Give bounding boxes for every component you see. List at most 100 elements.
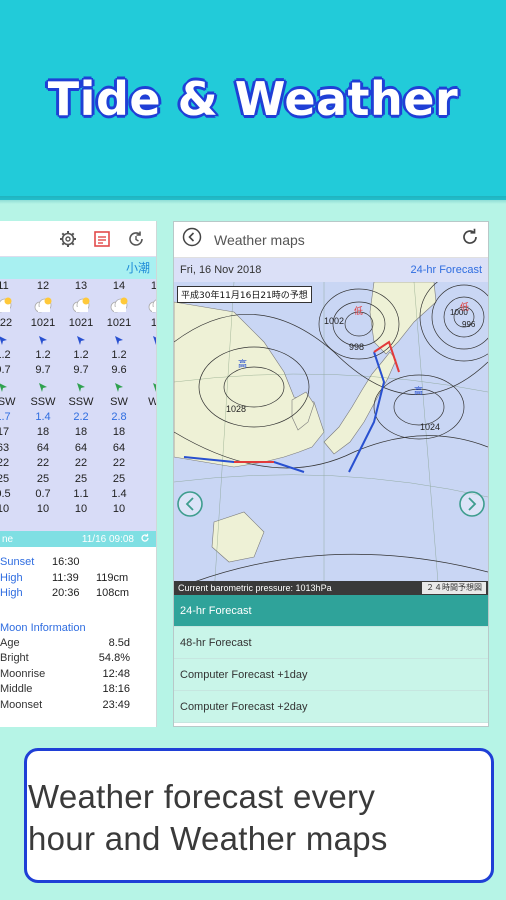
map-forecast-label: 平成30年11月16日21時の予想 [177,286,312,303]
forecast-cell-hour: 12 [36,280,50,292]
history-icon[interactable] [126,229,146,249]
partly-cloudy-icon [100,294,138,316]
banner-shadow [0,196,506,204]
tide-name: 小潮 [0,257,156,279]
forecast-cell-h6: 10 [112,503,126,516]
isobar-value: 1028 [226,404,247,414]
forecast-menu-item[interactable]: Computer Forecast +1day [174,659,488,691]
callout-line-2: hour and Weather maps [28,820,388,857]
back-arrow-icon[interactable] [182,227,202,252]
wind-arrow-icon [100,332,138,348]
forecast-cell-temp: 9.7 [0,364,11,377]
forecast-column[interactable]: 12 1021 1.2 9.7 SSW 1.4 18 64 22 25 0.7 10 [24,279,62,518]
tide-status-bar: ne 11/16 09:08 [0,531,156,547]
land-east [369,282,437,355]
forecast-cell-wind_speed: 1.2 [111,348,127,361]
moon-row-value: 54.8% [98,652,130,664]
svg-text:高: 高 [414,385,423,397]
forecast-cell-h4: 25 [74,472,88,485]
map-date-bar: Fri, 16 Nov 2018 24-hr Forecast [174,258,488,282]
forecast-cell-h2: 64 [74,441,88,454]
isobar-value: 1000 [450,308,468,317]
callout-line-1: Weather forecast every [28,778,376,815]
forecast-cell-h4 [138,472,156,487]
forecast-cell-dir: SSW [30,395,56,408]
forecast-cell-temp: 9.6 [111,364,127,377]
forecast-cell-h4: 25 [112,472,126,485]
forecast-cell-h6: 10 [36,503,50,516]
isobar-value: 1024 [420,422,441,432]
forecast-cell-h1: 17 [0,426,10,439]
forecast-menu-item[interactable]: 48-hr Forecast [174,627,488,659]
forecast-cell-hour: 14 [112,280,126,292]
moon-row-label: Middle [0,683,33,695]
forecast-column[interactable]: 11 022 1.2 9.7 SSW 1.7 17 63 22 25 0.5 10 [0,279,22,518]
forecast-menu-item[interactable]: 24-hr Forecast [174,595,488,627]
forecast-cell-dir: SSW [68,395,94,408]
forecast-cell-temp: 9.7 [35,364,51,377]
partly-cloudy-icon [62,294,100,316]
weather-maps-panel: Weather maps Fri, 16 Nov 2018 24-hr Fore… [173,221,489,727]
moon-row-value: 23:49 [102,698,130,711]
refresh-icon[interactable] [460,227,480,252]
status-left: ne [2,533,14,545]
forecast-cell-dir: SSW [0,395,16,408]
forecast-cell-h2 [138,441,156,456]
forecast-cell-h2: 63 [0,441,10,454]
hourly-forecast-grid[interactable]: 11 022 1.2 9.7 SSW 1.7 17 63 22 25 0.5 10 12 1021 1.2 9… [0,279,156,531]
tide-toolbar [0,221,156,257]
moon-section-title: Moon Information [0,621,86,634]
headline: Tide & Weather [46,71,459,128]
forecast-cell-temp: 9.7 [73,364,89,377]
forecast-cell-h2: 64 [36,441,50,454]
isobar-value: 996 [462,320,476,329]
forecast-cell-h5: 1.4 [111,487,127,500]
gear-icon[interactable] [58,229,78,249]
refresh-small-icon[interactable] [140,533,150,546]
forecast-cell-wave: 2.8 [111,410,127,423]
sun-row-time: 20:36 [52,587,80,599]
forecast-column[interactable]: 14 1021 1.2 9.6 SW 2.8 18 64 22 25 1.4 10 [100,279,138,518]
moon-row: Moonset 23:49 [0,698,156,714]
forecast-cell-pressure: 10 [150,317,157,330]
sun-row-height: 119cm [96,571,129,584]
land-japan [323,351,397,455]
forecast-cell-h2: 64 [112,441,126,454]
weather-map[interactable]: 高 高 低 低 1002 998 1028 1024 1000 996 平成30… [174,282,488,595]
forecast-cell-wind_speed: 1.2 [73,348,89,361]
forecast-column[interactable]: 13 1021 1.2 9.7 SSW 2.2 18 64 22 25 1.1 10 [62,279,100,518]
moon-row-label: Moonrise [0,667,46,680]
partly-cloudy-icon [138,294,156,316]
isobar-value: 1002 [324,316,345,326]
moon-row-value: 12:48 [102,667,130,680]
calendar-icon[interactable] [92,229,112,249]
svg-text:高: 高 [238,358,247,370]
tide-screen-panel: 小潮 110221.29.7SSW1.7176322250.5101210211… [0,221,157,727]
forecast-menu: 24-hr Forecast 48-hr Forecast Computer For… [174,595,488,723]
pressure-caption: Current barometric pressure: 1013hPa [178,583,332,593]
forecast-cell-hour: 13 [74,280,88,292]
partly-cloudy-icon [0,294,22,316]
forecast-cell-h1: 18 [112,426,126,439]
forecast-cell-h5: 0.5 [0,487,11,500]
map-date: Fri, 16 Nov 2018 [180,264,262,276]
forecast-cell-wind_speed [138,348,156,363]
wind-arrow-icon [0,332,22,348]
forecast-cell-wave: 1.4 [35,410,51,423]
land-continent [174,301,325,468]
forecast-cell-wave: 1.7 [0,410,11,423]
moon-row: Bright 54.8% [0,651,156,667]
forecast-type-label: 24-hr Forecast [410,264,482,276]
forecast-cell-h1: 18 [74,426,88,439]
forecast-column[interactable]: 15 10 WS [138,279,157,518]
moon-row: Moonrise 12:48 [0,667,156,683]
forecast-cell-temp [138,363,156,378]
sun-row: High 20:36 108cm [0,586,156,602]
sun-row-label: High [0,587,23,599]
sun-row-time: 16:30 [52,556,80,568]
wind-arrow-icon [0,379,22,395]
sun-row: Sunset 16:30 [0,555,156,571]
wind-arrow-icon [138,379,156,395]
wind-arrow-icon [24,379,62,395]
forecast-menu-item[interactable]: Computer Forecast +2day [174,691,488,723]
